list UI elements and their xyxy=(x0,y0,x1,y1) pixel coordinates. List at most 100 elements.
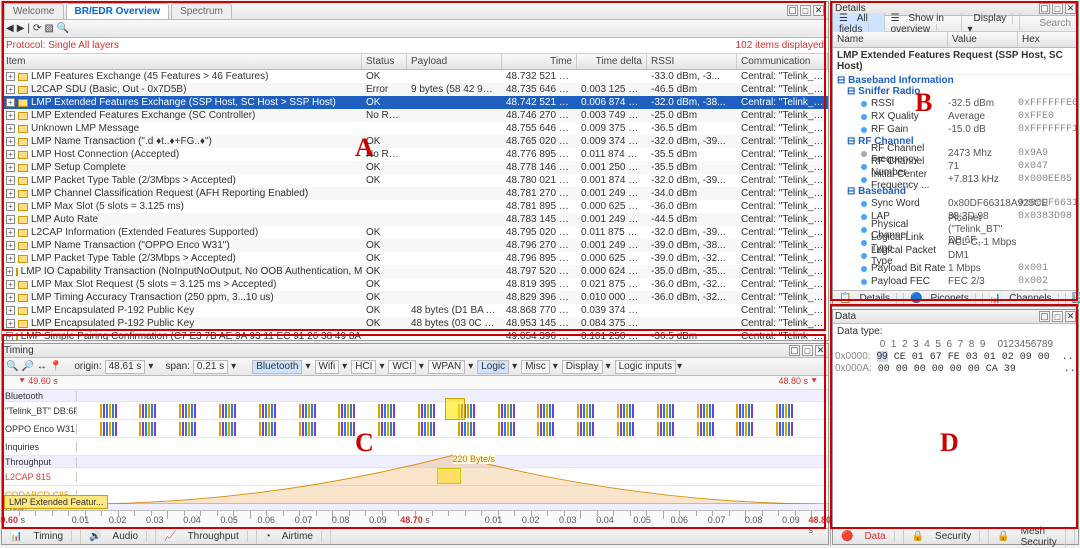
details-close-icon[interactable]: ✕ xyxy=(1065,3,1076,14)
col-payload[interactable]: Payload xyxy=(407,54,502,69)
data-tab-wpan[interactable]: 🔒 WPAN Security xyxy=(1075,529,1080,544)
detail-group[interactable]: ⊟ RF Channel xyxy=(833,136,1078,147)
details-col-value[interactable]: Value xyxy=(948,32,1018,47)
timing-btn-logic[interactable]: Logic xyxy=(477,360,509,374)
table-row[interactable]: +LMP Name Transaction ("OPPO Enco W31")O… xyxy=(2,239,828,252)
expand-icon[interactable]: + xyxy=(6,319,15,328)
expand-icon[interactable]: + xyxy=(6,137,15,146)
timing-ruler[interactable]: 49.60 s48.70 s48.80 s0.010.010.020.020.0… xyxy=(2,510,828,528)
details-search[interactable]: Search xyxy=(1033,18,1078,29)
detail-row[interactable]: Logical Packet TypeDM1 xyxy=(833,249,1078,262)
col-status[interactable]: Status xyxy=(362,54,407,69)
tab-bredr[interactable]: BR/EDR Overview xyxy=(66,3,170,19)
expand-icon[interactable]: + xyxy=(6,189,15,198)
expand-icon[interactable]: + xyxy=(6,254,15,263)
footer-tab-airtime[interactable]: ◔ Airtime xyxy=(257,529,331,544)
tab-welcome[interactable]: Welcome xyxy=(4,3,64,19)
nav-back-icon[interactable]: ◀ xyxy=(6,23,14,34)
data-tab-data[interactable]: 🔴 Data xyxy=(833,529,904,544)
expand-icon[interactable]: + xyxy=(6,176,15,185)
data-tab-mesh[interactable]: 🔒 Mesh Security xyxy=(989,529,1075,544)
detail-row[interactable]: Payload Bit Rate1 Mbps0x001 xyxy=(833,262,1078,275)
search-icon[interactable]: 🔍 xyxy=(57,23,69,34)
expand-icon[interactable]: + xyxy=(6,124,15,133)
expand-icon[interactable]: + xyxy=(6,150,15,159)
expand-icon[interactable]: + xyxy=(6,267,13,276)
details-float-icon[interactable]: ▢ xyxy=(1039,3,1050,14)
detail-group[interactable]: ⊟ Sniffer Radio xyxy=(833,86,1078,97)
details-col-name[interactable]: Name xyxy=(833,32,948,47)
data-max-icon[interactable]: □ xyxy=(1052,311,1063,322)
detail-row[interactable]: Logical Link TypeACL-C, 1 Mbps xyxy=(833,236,1078,249)
detail-row[interactable]: RF Channel Number710x047 xyxy=(833,160,1078,173)
expand-icon[interactable]: + xyxy=(6,293,15,302)
subtab-piconets[interactable]: 🔵 Piconets xyxy=(904,293,983,304)
table-row[interactable]: +LMP Encapsulated P-192 Public KeyOK48 b… xyxy=(2,304,828,317)
table-row[interactable]: +LMP Packet Type Table (2/3Mbps > Accept… xyxy=(2,174,828,187)
overview-float-icon[interactable]: ▢ xyxy=(787,5,798,16)
details-col-hex[interactable]: Hex xyxy=(1018,32,1078,47)
expand-icon[interactable]: + xyxy=(6,332,13,340)
timing-close-icon[interactable]: ✕ xyxy=(815,345,826,356)
nav-fwd-icon[interactable]: ▶ xyxy=(17,23,25,34)
data-close-icon[interactable]: ✕ xyxy=(1065,311,1076,322)
expand-icon[interactable]: + xyxy=(6,202,15,211)
timing-btn-misc[interactable]: Misc xyxy=(521,360,550,374)
origin-value[interactable]: 48.61 s xyxy=(105,360,146,374)
footer-tab-throughput[interactable]: 📈 Throughput xyxy=(156,529,257,544)
timing-btn-display[interactable]: Display xyxy=(562,360,603,374)
table-row[interactable]: +LMP Name Transaction (".d ♦t..♦+FG..♦")… xyxy=(2,135,828,148)
tab-spectrum[interactable]: Spectrum xyxy=(171,3,232,19)
expand-icon[interactable]: + xyxy=(6,306,15,315)
table-row[interactable]: +LMP IO Capability Transaction (NoInputN… xyxy=(2,265,828,278)
filter-icon[interactable]: ▧ xyxy=(44,23,53,34)
timing-max-icon[interactable]: □ xyxy=(802,345,813,356)
col-comm[interactable]: Communication xyxy=(737,54,828,69)
expand-icon[interactable]: + xyxy=(6,280,15,289)
timing-lane[interactable]: CODABCD C85 xyxy=(2,486,828,504)
table-row[interactable]: +LMP Extended Features Exchange (SSP Hos… xyxy=(2,96,828,109)
table-row[interactable]: +LMP Timing Accuracy Transaction (250 pp… xyxy=(2,291,828,304)
col-delta[interactable]: Time delta xyxy=(577,54,647,69)
table-row[interactable]: +L2CAP Information (Extended Features Su… xyxy=(2,226,828,239)
span-value[interactable]: 0.21 s xyxy=(193,360,228,374)
expand-icon[interactable]: + xyxy=(6,98,15,107)
detail-row[interactable]: RSSI-32.5 dBm0xFFFFFFE0 xyxy=(833,97,1078,110)
expand-icon[interactable]: + xyxy=(6,72,15,81)
overview-table-body[interactable]: +LMP Features Exchange (45 Features > 46… xyxy=(2,70,828,340)
table-row[interactable]: +L2CAP SDU (Basic, Out - 0x7D5B)Error9 b… xyxy=(2,83,828,96)
timing-btn-bluetooth[interactable]: Bluetooth xyxy=(252,360,302,374)
detail-row[interactable]: Payload FECFEC 2/30x002 xyxy=(833,275,1078,288)
zoom-in-icon[interactable]: 🔍 xyxy=(6,361,18,372)
timing-btn-hci[interactable]: HCI xyxy=(351,360,376,374)
detail-row[interactable]: Sync Word0x80DF66318A925CE0x80DF6631 xyxy=(833,197,1078,210)
detail-row[interactable]: RF Channel Frequency2473 Mhz0x9A9 xyxy=(833,147,1078,160)
table-row[interactable]: +LMP Encapsulated P-192 Public KeyOK48 b… xyxy=(2,317,828,330)
timing-btn-logic inputs[interactable]: Logic inputs xyxy=(615,360,676,374)
expand-icon[interactable]: + xyxy=(6,241,15,250)
hex-dump[interactable]: 0x0000: 99 CE 01 67 FE 03 01 02 09 00 ..… xyxy=(833,351,1078,528)
table-row[interactable]: +LMP Host Connection (Accepted)No Reque.… xyxy=(2,148,828,161)
detail-row[interactable]: Physical ChannelPiconet ("Telink_BT" DB:… xyxy=(833,223,1078,236)
table-row[interactable]: +LMP Max Slot (5 slots = 3.125 ms)48.781… xyxy=(2,200,828,213)
table-row[interactable]: +LMP Setup CompleteOK48.778 146 1250.001… xyxy=(2,161,828,174)
marker-b[interactable]: 48.80 s ⯆ xyxy=(778,376,817,387)
table-row[interactable]: +LMP Simple Pairing Confirmation (C7 E3 … xyxy=(2,330,828,340)
col-item[interactable]: Item xyxy=(2,54,362,69)
table-row[interactable]: +LMP Channel Classification Request (AFH… xyxy=(2,187,828,200)
data-float-icon[interactable]: ▢ xyxy=(1039,311,1050,322)
marker-a[interactable]: ⯆ 49.60 s xyxy=(19,376,58,387)
subtab-channels[interactable]: 📊 Channels xyxy=(983,293,1066,304)
table-row[interactable]: +LMP Max Slot Request (5 slots = 3.125 m… xyxy=(2,278,828,291)
detail-group[interactable]: ⊟ Baseband xyxy=(833,186,1078,197)
overview-close-icon[interactable]: ✕ xyxy=(813,5,824,16)
overview-max-icon[interactable]: □ xyxy=(800,5,811,16)
data-tab-security[interactable]: 🔒 Security xyxy=(904,529,990,544)
timing-btn-wci[interactable]: WCI xyxy=(388,360,415,374)
expand-icon[interactable]: + xyxy=(6,85,15,94)
details-max-icon[interactable]: □ xyxy=(1052,3,1063,14)
timing-lane[interactable]: L2CAP 815220 Byte/s xyxy=(2,468,828,486)
table-row[interactable]: +LMP Extended Features Exchange (SC Cont… xyxy=(2,109,828,122)
expand-icon[interactable]: + xyxy=(6,228,15,237)
table-row[interactable]: +LMP Packet Type Table (2/3Mbps > Accept… xyxy=(2,252,828,265)
